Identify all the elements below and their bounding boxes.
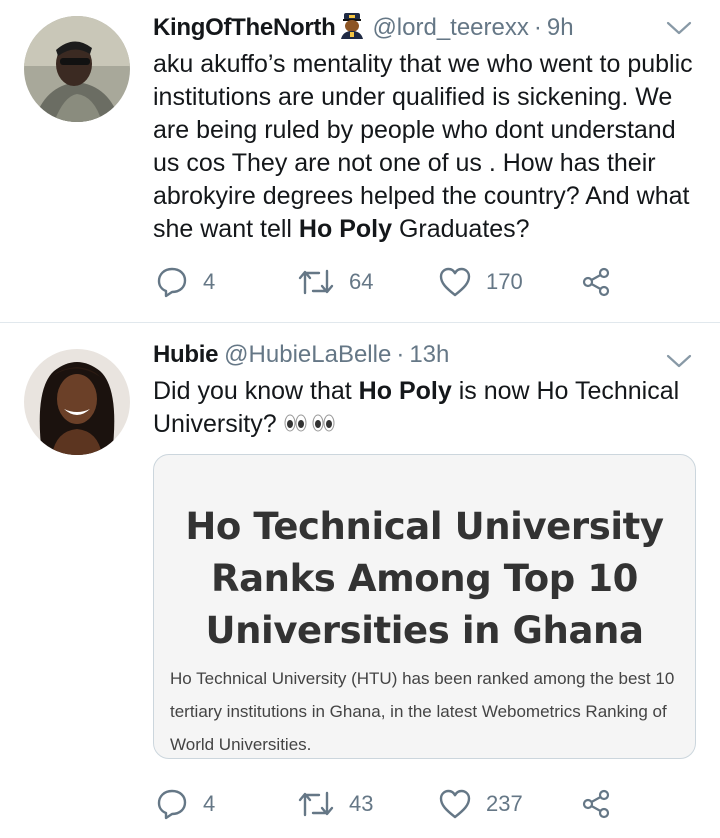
retweet-button[interactable]: 64	[297, 262, 373, 302]
separator-dot: ·	[533, 14, 542, 41]
reply-icon	[155, 787, 189, 821]
retweet-count: 43	[349, 791, 374, 816]
reply-button[interactable]: 4	[155, 784, 215, 824]
display-name[interactable]: Hubie	[153, 341, 218, 369]
highlighted-term: Ho Poly	[298, 215, 392, 243]
like-count: 237	[486, 791, 523, 816]
avatar[interactable]	[24, 349, 130, 455]
tweet[interactable]: Hubie @HubieLaBelle · 13h Did you know t…	[0, 323, 720, 838]
retweet-count: 64	[349, 269, 374, 294]
retweet-button[interactable]: 43	[297, 784, 373, 824]
like-button[interactable]: 237	[438, 784, 523, 824]
timestamp[interactable]: 13h	[409, 341, 449, 369]
link-preview-card[interactable]: Ho Technical University Ranks Among Top …	[153, 454, 696, 759]
retweet-icon	[297, 789, 335, 819]
user-handle[interactable]: @HubieLaBelle	[224, 341, 391, 369]
share-button[interactable]	[580, 262, 612, 302]
share-icon	[580, 266, 612, 298]
heart-icon	[438, 788, 472, 820]
reply-count: 4	[203, 269, 216, 294]
chevron-down-icon[interactable]	[666, 353, 692, 369]
retweet-icon	[297, 267, 335, 297]
card-description: Ho Technical University (HTU) has been r…	[170, 669, 675, 754]
police-officer-emoji	[338, 11, 366, 46]
tweet[interactable]: KingOfTheNorth @lord_teerexx · 9h aku ak…	[0, 0, 720, 323]
highlighted-term: Ho Poly	[358, 377, 452, 405]
card-title: Ho Technical University Ranks Among Top …	[185, 505, 664, 652]
eyes-emoji	[284, 409, 340, 442]
user-handle[interactable]: @lord_teerexx	[372, 14, 528, 42]
tweet-text: Did you know that Ho Poly is now Ho Tech…	[153, 375, 700, 442]
display-name[interactable]: KingOfTheNorth	[153, 14, 336, 42]
reply-count: 4	[203, 791, 216, 816]
share-icon	[580, 788, 612, 820]
share-button[interactable]	[580, 784, 612, 824]
reply-icon	[155, 265, 189, 299]
tweet-actions: 4 64 170	[155, 262, 625, 302]
like-button[interactable]: 170	[438, 262, 523, 302]
chevron-down-icon[interactable]	[666, 20, 692, 36]
avatar[interactable]	[24, 16, 130, 122]
heart-icon	[438, 266, 472, 298]
separator-dot: ·	[396, 341, 405, 368]
tweet-text: aku akuffo’s mentality that we who went …	[153, 50, 693, 243]
like-count: 170	[486, 269, 523, 294]
timestamp[interactable]: 9h	[547, 14, 574, 42]
tweet-actions: 4 43 237	[155, 784, 625, 824]
reply-button[interactable]: 4	[155, 262, 215, 302]
